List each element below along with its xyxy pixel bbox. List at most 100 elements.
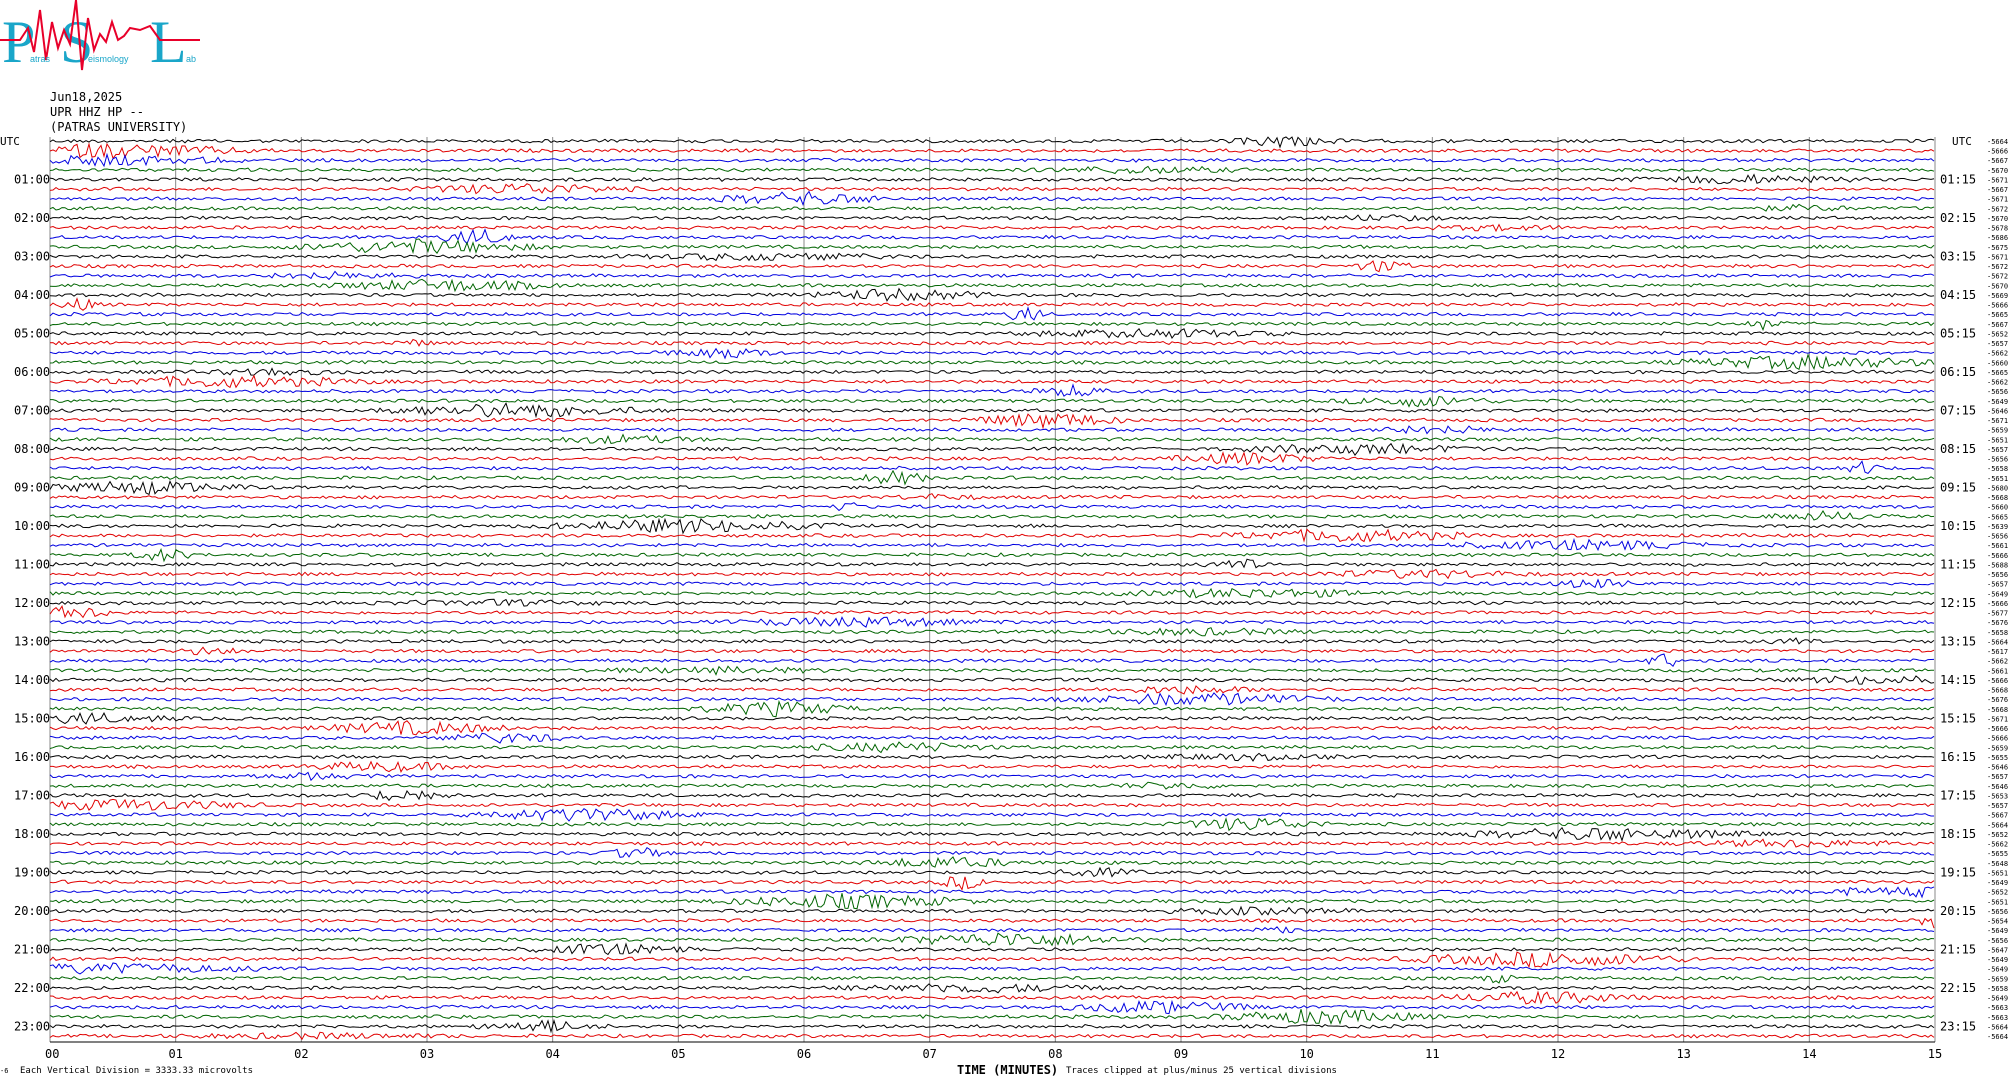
seismic-trace <box>49 228 1935 245</box>
seismic-trace <box>49 866 1935 878</box>
trace-offset-label: -5649 <box>1987 590 2008 598</box>
trace-offset-label: -5668 <box>1987 494 2008 502</box>
trace-offset-label: -5659 <box>1987 427 2008 435</box>
trace-offset-label: -5649 <box>1987 995 2008 1003</box>
trace-offset-label: -5651 <box>1987 436 2008 444</box>
seismic-trace <box>49 165 1935 175</box>
seismic-trace <box>49 319 1935 332</box>
trace-offset-label: -5664 <box>1987 638 2008 646</box>
trace-offset-label: -5657 <box>1987 773 2008 781</box>
trace-offset-label: -5660 <box>1987 359 2008 367</box>
seismic-trace <box>49 1018 1935 1034</box>
trace-offset-label: -5646 <box>1987 407 2008 415</box>
helicorder-chart: UTC UTC 01:00 02:00 03:00 04:00 05:00 06:00 07:0… <box>0 135 2008 1061</box>
right-hour-label: 18:15 <box>1940 827 1976 841</box>
seismic-trace <box>49 287 1935 302</box>
trace-offset-label: -5688 <box>1987 561 2008 569</box>
seismic-trace <box>49 752 1935 762</box>
right-hour-label: 04:15 <box>1940 288 1976 302</box>
seismic-trace <box>49 741 1935 754</box>
seismic-trace <box>49 347 1935 360</box>
seismic-trace <box>49 962 1935 975</box>
trace-offset-label: -5665 <box>1987 513 2008 521</box>
trace-offset-label: -5666 <box>1987 725 2008 733</box>
seismic-trace <box>49 798 1935 811</box>
seismic-trace <box>49 926 1935 934</box>
trace-offset-label: -5646 <box>1987 764 2008 772</box>
seismic-trace <box>49 720 1935 736</box>
trace-offset-label: -5659 <box>1987 975 2008 983</box>
seismic-trace <box>49 223 1935 233</box>
trace-offset-label: -5656 <box>1987 388 2008 396</box>
seismic-trace <box>49 327 1935 339</box>
trace-offset-label: -5649 <box>1987 956 2008 964</box>
left-hour-label: 21:00 <box>14 942 50 956</box>
right-hour-label: 09:15 <box>1940 480 1976 494</box>
seismic-trace <box>49 173 1935 185</box>
trace-offset-label: -5671 <box>1987 196 2008 204</box>
trace-offset-label: -5663 <box>1987 1014 2008 1022</box>
right-hour-label: 11:15 <box>1940 557 1976 571</box>
x-tick-label: 13 <box>1676 1047 1690 1061</box>
trace-offset-label: -5672 <box>1987 263 2008 271</box>
x-tick-label: 12 <box>1551 1047 1565 1061</box>
trace-offset-label: -5649 <box>1987 966 2008 974</box>
right-hour-label: 01:15 <box>1940 172 1976 186</box>
trace-offset-label: -5676 <box>1987 619 2008 627</box>
seismic-trace <box>49 637 1935 645</box>
right-hour-label: 12:15 <box>1940 596 1976 610</box>
trace-offset-label: -5666 <box>1987 148 2008 156</box>
x-tick-label: 06 <box>797 1047 811 1061</box>
trace-offset-label: -5658 <box>1987 465 2008 473</box>
seismic-trace <box>49 270 1935 281</box>
seismic-trace <box>49 502 1935 512</box>
trace-offset-label: -5651 <box>1987 898 2008 906</box>
left-hour-label: 19:00 <box>14 865 50 879</box>
right-hour-label: 19:15 <box>1940 865 1976 879</box>
right-utc-label: UTC <box>1952 135 1972 148</box>
trace-offset-label: -5654 <box>1987 918 2008 926</box>
trace-offset-label: -5664 <box>1987 1033 2008 1041</box>
trace-offset-label: -5670 <box>1987 167 2008 175</box>
left-hour-label: 15:00 <box>14 711 50 725</box>
seismic-trace <box>49 771 1935 782</box>
seismic-trace <box>49 646 1935 656</box>
right-hour-label: 10:15 <box>1940 519 1976 533</box>
seismic-trace <box>49 451 1935 466</box>
right-hour-label: 16:15 <box>1940 750 1976 764</box>
trace-offset-label: -5664 <box>1987 138 2008 146</box>
trace-offset-label: -5666 <box>1987 600 2008 608</box>
right-hour-label: 20:15 <box>1940 904 1976 918</box>
seismic-trace <box>49 905 1935 916</box>
trace-offset-label: -5666 <box>1987 735 2008 743</box>
seismic-trace <box>49 1009 1935 1025</box>
left-hour-label: 08:00 <box>14 442 50 456</box>
trace-offset-label: -5655 <box>1987 850 2008 858</box>
trace-offset-label: -5662 <box>1987 841 2008 849</box>
trace-offset-label: -5667 <box>1987 186 2008 194</box>
seismic-trace <box>49 190 1935 206</box>
seismic-trace <box>49 675 1935 685</box>
seismic-trace <box>49 425 1935 435</box>
trace-offset-label: -5649 <box>1987 927 2008 935</box>
trace-offset-label: -5665 <box>1987 369 2008 377</box>
x-tick-label: 11 <box>1425 1047 1439 1061</box>
x-axis-title: TIME (MINUTES) <box>957 1063 1059 1077</box>
trace-offset-label: -5657 <box>1987 340 2008 348</box>
trace-offset-label: -5657 <box>1987 446 2008 454</box>
seismic-trace <box>49 665 1935 676</box>
seismic-trace <box>49 413 1935 430</box>
trace-offset-label: -5647 <box>1987 946 2008 954</box>
seismic-trace <box>49 587 1935 599</box>
trace-offset-label: -5657 <box>1987 802 2008 810</box>
trace-offset-label: -5655 <box>1987 754 2008 762</box>
footer-scale-note: Each Vertical Division = 3333.33 microvo… <box>20 1066 253 1076</box>
seismic-trace <box>49 142 1935 160</box>
seismic-trace <box>49 469 1935 486</box>
seismic-trace <box>49 460 1935 475</box>
x-tick-label: 05 <box>671 1047 685 1061</box>
trace-offset-label: -5657 <box>1987 581 2008 589</box>
seismic-trace <box>49 1031 1935 1041</box>
seismic-trace <box>49 136 1935 149</box>
trace-offset-label: -5649 <box>1987 398 2008 406</box>
